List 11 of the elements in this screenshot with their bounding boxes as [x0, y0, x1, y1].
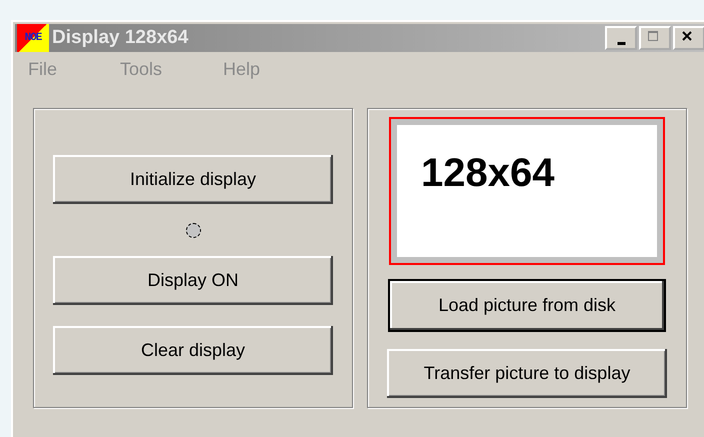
- close-button[interactable]: [673, 26, 704, 50]
- action-button[interactable]: Load picture from disk: [390, 281, 664, 330]
- minimize-button[interactable]: [605, 26, 637, 50]
- action-button[interactable]: Clear display: [53, 326, 333, 375]
- action-button[interactable]: Display ON: [53, 256, 333, 305]
- action-button[interactable]: Initialize display: [53, 155, 333, 204]
- action-button[interactable]: Transfer picture to display: [387, 349, 667, 398]
- minimize-icon: [616, 42, 626, 44]
- preview-text: 128x64: [421, 151, 554, 195]
- maximize-button[interactable]: [639, 26, 671, 50]
- window-title: Display 128x64: [52, 27, 190, 49]
